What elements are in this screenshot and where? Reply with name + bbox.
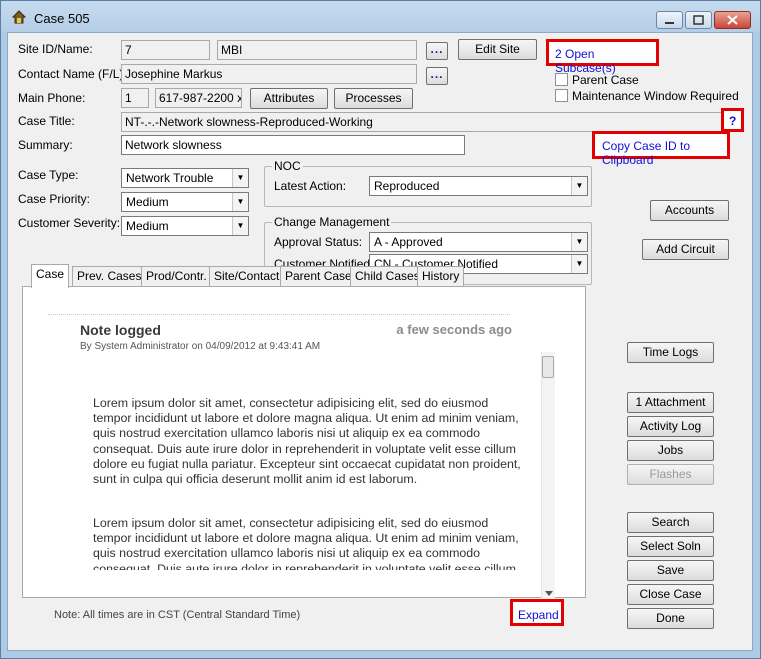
attachment-button[interactable]: 1 Attachment (627, 392, 714, 413)
contact-lookup-button[interactable]: ... (426, 67, 448, 85)
close-case-button[interactable]: Close Case (627, 584, 714, 605)
note-byline: By System Administrator on 04/09/2012 at… (80, 341, 321, 352)
case-priority-select[interactable]: Medium ▼ (121, 192, 249, 212)
maintenance-window-checkbox[interactable] (555, 89, 568, 102)
app-icon (12, 10, 26, 24)
case-type-label: Case Type: (18, 168, 79, 182)
minimize-button[interactable] (656, 11, 683, 29)
main-phone-label: Main Phone: (18, 91, 86, 105)
note-title: Note logged (80, 322, 161, 338)
title-bar[interactable]: Case 505 (1, 1, 760, 33)
tab-prev-cases[interactable]: Prev. Cases (72, 266, 147, 286)
notes-view[interactable]: Note logged a few seconds ago By System … (48, 314, 528, 570)
contact-label: Contact Name (F/L): (18, 67, 127, 81)
chevron-down-icon: ▼ (232, 169, 248, 187)
select-soln-button[interactable]: Select Soln (627, 536, 714, 557)
activity-log-button[interactable]: Activity Log (627, 416, 714, 437)
tab-site-contact[interactable]: Site/Contact (209, 266, 285, 286)
tab-prod-contr[interactable]: Prod/Contr. (141, 266, 212, 286)
parent-case-label: Parent Case (572, 73, 639, 87)
case-title-label: Case Title: (18, 114, 75, 128)
summary-label: Summary: (18, 138, 73, 152)
phone-prefix-field[interactable]: 1 (121, 88, 149, 108)
summary-field[interactable]: Network slowness (121, 135, 465, 155)
notes-scrollbar[interactable] (541, 352, 555, 598)
window-title: Case 505 (34, 11, 90, 26)
approval-status-select[interactable]: A - Approved ▼ (369, 232, 588, 252)
expand-link[interactable]: Expand (518, 608, 559, 622)
timezone-note: Note: All times are in CST (Central Stan… (54, 609, 301, 621)
customer-severity-select[interactable]: Medium ▼ (121, 216, 249, 236)
case-priority-label: Case Priority: (18, 192, 91, 206)
tab-child-cases[interactable]: Child Cases (350, 266, 425, 286)
latest-action-label: Latest Action: (274, 179, 347, 193)
site-lookup-button[interactable]: ... (426, 42, 448, 60)
search-button[interactable]: Search (627, 512, 714, 533)
expand-highlight: Expand (510, 599, 564, 626)
time-logs-button[interactable]: Time Logs (627, 342, 714, 363)
copy-case-id-link[interactable]: Copy Case ID to Clipboard (602, 139, 727, 167)
flashes-button: Flashes (627, 464, 714, 485)
chevron-down-icon: ▼ (571, 233, 587, 251)
contact-name-field[interactable]: Josephine Markus (121, 64, 417, 84)
phone-number-field[interactable]: 617-987-2200 x87 (155, 88, 242, 108)
open-subcases-link[interactable]: 2 Open Subcase(s) (555, 47, 656, 75)
maximize-button[interactable] (685, 11, 712, 29)
maximize-icon (693, 15, 704, 25)
accounts-button[interactable]: Accounts (650, 200, 729, 221)
tab-case[interactable]: Case (31, 264, 70, 288)
close-icon (727, 15, 738, 25)
site-label: Site ID/Name: (18, 42, 93, 56)
minimize-icon (665, 22, 674, 24)
attributes-button[interactable]: Attributes (250, 88, 328, 109)
scroll-down-icon[interactable] (544, 590, 554, 598)
case-type-value: Network Trouble (126, 171, 214, 185)
note-time: a few seconds ago (396, 322, 512, 337)
approval-status-value: A - Approved (374, 235, 443, 249)
chevron-down-icon: ▼ (571, 177, 587, 195)
case-priority-value: Medium (126, 195, 169, 209)
noc-group-title: NOC (272, 159, 303, 173)
parent-case-checkbox[interactable] (555, 73, 568, 86)
add-circuit-button[interactable]: Add Circuit (642, 239, 729, 260)
customer-severity-label: Customer Severity: (18, 216, 121, 230)
customer-severity-value: Medium (126, 219, 169, 233)
copy-case-id-highlight: Copy Case ID to Clipboard (592, 131, 730, 167)
help-highlight: ? (721, 108, 744, 132)
change-management-title: Change Management (272, 215, 392, 229)
latest-action-value: Reproduced (374, 179, 440, 193)
site-id-field[interactable]: 7 (121, 40, 210, 60)
case-type-select[interactable]: Network Trouble ▼ (121, 168, 249, 188)
chevron-down-icon: ▼ (571, 255, 587, 273)
jobs-button[interactable]: Jobs (627, 440, 714, 461)
help-icon[interactable]: ? (729, 114, 736, 128)
tab-parent-case[interactable]: Parent Case (280, 266, 357, 286)
open-subcases-highlight: 2 Open Subcase(s) (546, 39, 659, 75)
note-paragraph: Lorem ipsum dolor sit amet, consectetur … (93, 516, 519, 570)
maintenance-window-label: Maintenance Window Required (572, 89, 739, 103)
latest-action-select[interactable]: Reproduced ▼ (369, 176, 588, 196)
tab-history[interactable]: History (417, 266, 465, 286)
notes-scroll-thumb[interactable] (542, 356, 554, 378)
chevron-down-icon: ▼ (232, 217, 248, 235)
case-title-field[interactable]: NT-.-.-Network slowness-Reproduced-Worki… (121, 112, 727, 132)
close-window-button[interactable] (714, 11, 751, 29)
save-button[interactable]: Save (627, 560, 714, 581)
site-name-field[interactable]: MBI (217, 40, 417, 60)
chevron-down-icon: ▼ (232, 193, 248, 211)
approval-status-label: Approval Status: (274, 235, 363, 249)
note-paragraph: Lorem ipsum dolor sit amet, consectetur … (93, 396, 521, 487)
processes-button[interactable]: Processes (334, 88, 413, 109)
edit-site-button[interactable]: Edit Site (458, 39, 537, 60)
note-header: Note logged a few seconds ago By System … (48, 314, 512, 356)
done-button[interactable]: Done (627, 608, 714, 629)
